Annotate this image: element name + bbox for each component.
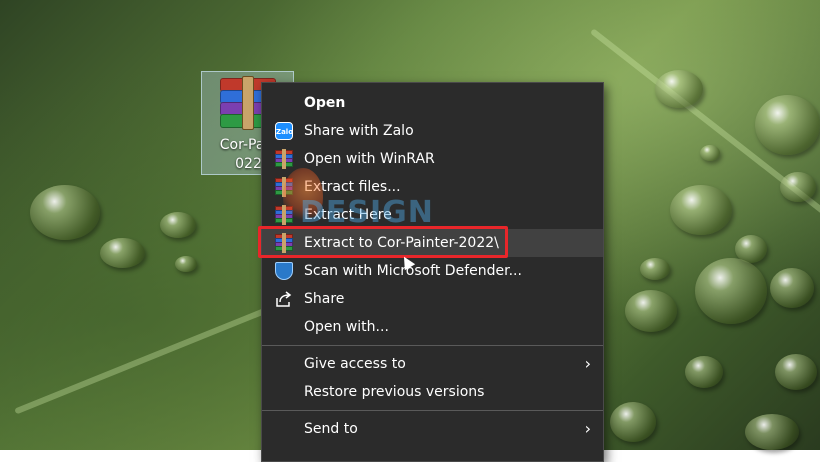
watermark: DESIGN [300,195,434,230]
water-drop [610,402,656,442]
water-drop [100,238,145,268]
water-drop [175,256,197,272]
menu-item-label: Open with... [304,319,389,335]
water-drop [695,258,767,324]
menu-item-share-with-zalo[interactable]: Zalo Share with Zalo [262,117,603,145]
water-drop [770,268,814,308]
water-drop [755,95,820,155]
menu-item-send-to[interactable]: Send to › [262,415,603,443]
menu-item-label: Open with WinRAR [304,151,435,167]
zalo-icon: Zalo [275,122,293,140]
menu-item-label: Share with Zalo [304,123,414,139]
water-drop [775,354,817,390]
defender-shield-icon [275,262,293,280]
water-drop [625,290,677,332]
water-drop [640,258,670,280]
water-drop [745,414,799,450]
water-drop [685,356,723,388]
menu-item-open-with[interactable]: Open with... [262,313,603,341]
menu-separator [262,410,603,411]
menu-separator [262,345,603,346]
water-drop [160,212,196,238]
menu-item-open-with-winrar[interactable]: Open with WinRAR [262,145,603,173]
water-drop [655,70,703,108]
water-drop [670,185,732,235]
context-menu: Open Zalo Share with Zalo Open with WinR… [261,82,604,462]
menu-item-label: Give access to [304,356,406,372]
menu-item-give-access-to[interactable]: Give access to › [262,350,603,378]
menu-item-label: Share [304,291,345,307]
menu-item-label: Restore previous versions [304,384,485,400]
menu-item-open[interactable]: Open [262,89,603,117]
menu-item-share[interactable]: Share [262,285,603,313]
highlight-annotation-box [258,226,508,258]
winrar-icon [275,149,293,169]
menu-item-scan-with-defender[interactable]: Scan with Microsoft Defender... [262,257,603,285]
share-icon [275,290,293,308]
water-drop [30,185,100,240]
water-drop [700,145,720,161]
chevron-right-icon: › [584,419,591,438]
menu-item-label: Send to [304,421,358,437]
menu-item-label: Open [304,95,346,111]
water-drop [780,172,816,202]
chevron-right-icon: › [584,354,591,373]
menu-item-restore-previous-versions[interactable]: Restore previous versions [262,378,603,406]
